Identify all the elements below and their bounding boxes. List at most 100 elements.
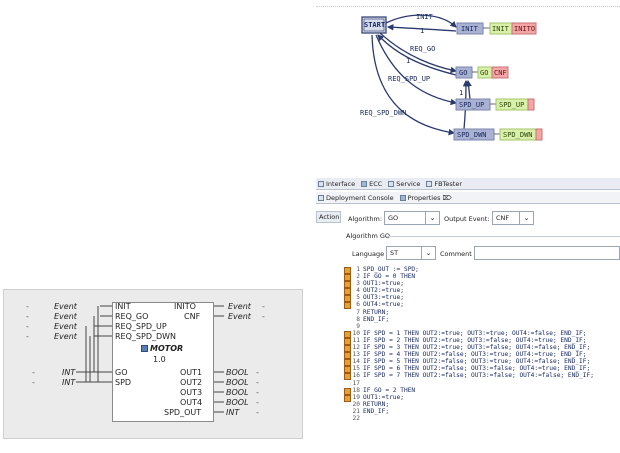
code-line[interactable]: 18 IF GO = 2 THEN <box>344 387 620 394</box>
line-number: 7 <box>356 308 360 316</box>
chevron-down-icon[interactable]: ⌄ <box>425 212 439 224</box>
line-marker-icon <box>344 330 351 337</box>
code-line[interactable]: 9 <box>344 323 620 330</box>
tab-interface[interactable]: Interface <box>318 180 355 188</box>
code-line[interactable]: 5 OUT3:=true; <box>344 294 620 301</box>
interface-icon <box>318 180 324 187</box>
code-line[interactable]: 8 END_IF; <box>344 316 620 323</box>
input-pin-go[interactable]: GO <box>115 368 128 377</box>
line-marker-icon <box>344 351 351 358</box>
input-pin-req-spd-dwn[interactable]: REQ_SPD_DWN <box>115 332 176 341</box>
line-marker-icon <box>344 380 351 387</box>
code-line[interactable]: 3 OUT1:=true; <box>344 280 620 287</box>
code-line[interactable]: 13 IF SPD = 4 THEN OUT2:=false; OUT3:=tru… <box>344 351 620 358</box>
code-line[interactable]: 12 IF SPD = 3 THEN OUT2:=true; OUT3:=fals… <box>344 344 620 351</box>
tab-service[interactable]: Service <box>388 180 420 188</box>
code-text: IF SPD = 6 THEN OUT2:=false; OUT3:=false… <box>363 365 591 373</box>
code-text: OUT2:=true; <box>363 287 404 295</box>
code-line[interactable]: 7 RETURN; <box>344 309 620 316</box>
output-pin-out2[interactable]: OUT2 <box>180 378 202 387</box>
line-marker-icon <box>344 266 351 273</box>
output-event-select[interactable]: CNF ⌄ <box>492 211 534 225</box>
code-text: IF SPD = 2 THEN OUT2:=true; OUT3:=false;… <box>363 336 587 344</box>
state-spd-dwn-label: SPD_DWN <box>457 131 487 139</box>
dash-text: - <box>256 378 259 387</box>
state-spd-up-label: SPD_UP <box>459 101 484 109</box>
code-line[interactable]: 1 SPD_OUT := SPD; <box>344 266 620 273</box>
line-number: 18 <box>352 386 360 394</box>
code-line[interactable]: 21 END_IF; <box>344 408 620 415</box>
line-marker-icon <box>344 337 351 344</box>
code-line[interactable]: 6 OUT4:=true; <box>344 301 620 308</box>
output-pin-out1[interactable]: OUT1 <box>180 368 202 377</box>
input-type-label: INT <box>62 378 76 387</box>
dash-text: - <box>256 368 259 377</box>
st-code-editor[interactable]: 1 SPD_OUT := SPD; 2 IF GO = 0 THEN 3 OUT1:=t… <box>344 266 620 422</box>
line-number: 19 <box>352 393 360 401</box>
line-marker-icon <box>344 372 351 379</box>
output-pin-out3[interactable]: OUT3 <box>180 388 202 397</box>
input-pin-init[interactable]: INIT <box>115 302 131 311</box>
language-select[interactable]: ST ⌄ <box>386 246 436 260</box>
output-event-select-value: CNF <box>496 214 510 222</box>
line-number: 4 <box>356 287 360 295</box>
tab-properties[interactable]: Properties ⌦ <box>399 194 452 202</box>
group-divider <box>386 236 620 237</box>
state-go-label: GO <box>459 69 467 77</box>
code-line[interactable]: 20 RETURN; <box>344 401 620 408</box>
code-text: OUT3:=true; <box>363 294 404 302</box>
line-number: 1 <box>356 266 360 273</box>
tab-fbtester[interactable]: FBTester <box>426 180 462 188</box>
input-pin-req-go[interactable]: REQ_GO <box>115 312 148 321</box>
comment-input[interactable] <box>474 246 620 260</box>
code-line[interactable]: 19 OUT1:=true; <box>344 394 620 401</box>
output-pin-out4[interactable]: OUT4 <box>180 398 202 407</box>
line-number: 15 <box>352 365 360 373</box>
input-pin-req-spd-up[interactable]: REQ_SPD_UP <box>115 322 167 331</box>
dash-text: - <box>262 312 265 321</box>
input-pin-spd[interactable]: SPD <box>115 378 131 387</box>
algorithm-select[interactable]: GO ⌄ <box>384 211 440 225</box>
code-text: IF SPD = 3 THEN OUT2:=true; OUT3:=false;… <box>363 344 591 352</box>
transition-spd-up-go[interactable] <box>465 79 472 100</box>
comment-label: Comment <box>440 250 472 258</box>
code-line[interactable]: 17 <box>344 380 620 387</box>
side-tab-action[interactable]: Action <box>316 211 341 223</box>
code-line[interactable]: 10 IF SPD = 1 THEN OUT2:=true; OUT3:=true… <box>344 330 620 337</box>
transition-label-one: 1 <box>459 89 463 97</box>
code-line[interactable]: 2 IF GO = 0 THEN <box>344 273 620 280</box>
chevron-down-icon[interactable]: ⌄ <box>421 247 435 259</box>
action-spd-up-event[interactable] <box>527 98 535 111</box>
tab-ecc[interactable]: ECC <box>361 180 382 188</box>
code-line[interactable]: 11 IF SPD = 2 THEN OUT2:=true; OUT3:=fals… <box>344 337 620 344</box>
output-type-label: BOOL <box>226 388 249 397</box>
chevron-down-icon[interactable]: ⌄ <box>519 212 533 224</box>
line-marker-icon <box>344 358 351 365</box>
code-line[interactable]: 16 IF SPD = 7 THEN OUT2:=false; OUT3:=fal… <box>344 372 620 379</box>
output-pin-cnf[interactable]: CNF <box>184 312 200 321</box>
line-number: 17 <box>352 379 360 387</box>
line-number: 21 <box>352 407 360 415</box>
line-number: 10 <box>352 329 360 337</box>
line-number: 3 <box>356 280 360 288</box>
input-type-label: Event <box>54 302 77 311</box>
dash-text: - <box>26 302 29 311</box>
code-line[interactable]: 14 IF SPD = 5 THEN OUT2:=false; OUT3:=tru… <box>344 358 620 365</box>
algorithm-go-label: GO <box>480 69 488 77</box>
output-pin-inito[interactable]: INITO <box>174 302 196 311</box>
tab-deployment-console[interactable]: Deployment Console <box>318 194 394 202</box>
algorithm-spd-dwn-label: SPD_DWN <box>503 131 533 139</box>
output-type-label: BOOL <box>226 378 249 387</box>
fb-interface-panel: - - - - - - Event Event Event Event INT … <box>3 289 303 439</box>
transition-label-req-go: REQ_GO <box>410 45 435 53</box>
line-number: 5 <box>356 294 360 302</box>
action-spd-dwn-event[interactable] <box>535 128 543 141</box>
code-line[interactable]: 22 <box>344 415 620 422</box>
code-text: RETURN; <box>363 308 390 316</box>
output-pin-spd-out[interactable]: SPD_OUT <box>164 408 201 417</box>
line-marker-icon <box>344 316 351 323</box>
code-line[interactable]: 15 IF SPD = 6 THEN OUT2:=false; OUT3:=fal… <box>344 365 620 372</box>
line-marker-icon <box>344 309 351 316</box>
line-number: 8 <box>356 315 360 323</box>
code-line[interactable]: 4 OUT2:=true; <box>344 287 620 294</box>
